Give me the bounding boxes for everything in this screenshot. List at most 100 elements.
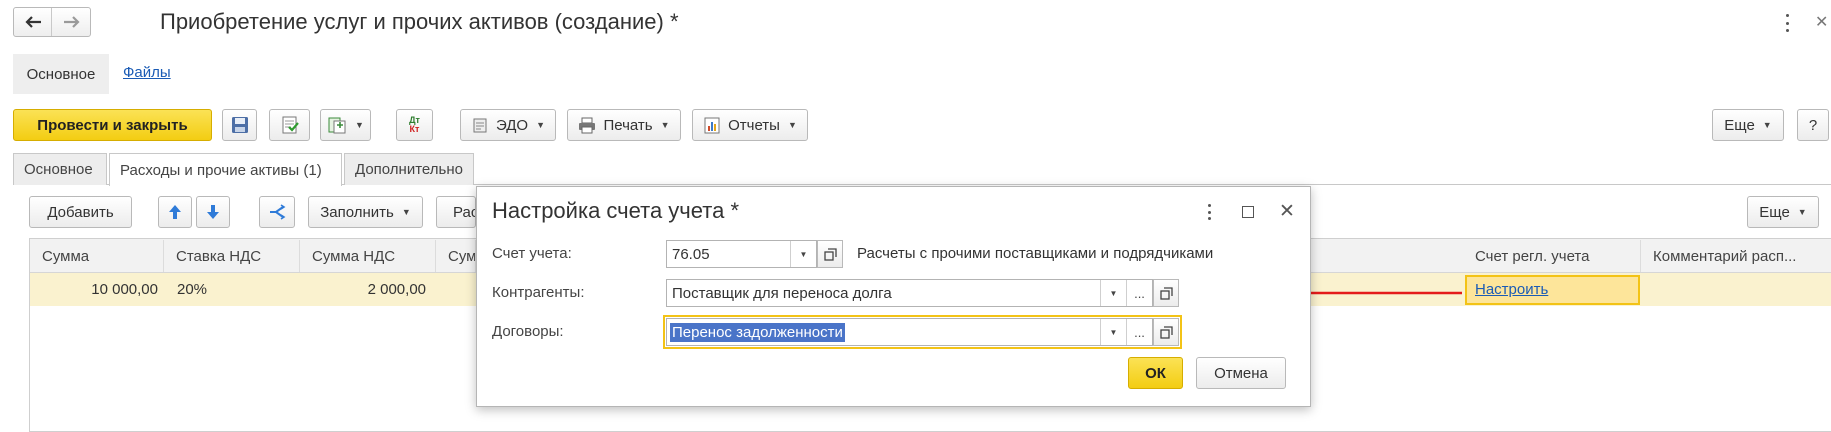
fill-button[interactable]: Заполнить ▼ [308, 196, 423, 228]
contract-field[interactable]: Перенос задолженности ▼ ... [666, 318, 1153, 346]
contractor-open-button[interactable] [1153, 279, 1179, 307]
column-header-sum[interactable]: Сумма [30, 240, 164, 272]
contractor-field-label: Контрагенты: [492, 284, 585, 301]
partial-hidden-button[interactable]: Рас [436, 196, 476, 228]
ellipsis-icon: ... [1134, 285, 1145, 301]
tab-expenses-label: Расходы и прочие активы (1) [120, 161, 322, 179]
chevron-down-icon: ▼ [1797, 207, 1807, 217]
ok-label: ОК [1145, 364, 1166, 382]
chevron-down-icon: ▼ [355, 120, 364, 130]
dialog-close-icon[interactable]: ✕ [1279, 200, 1295, 223]
window-menu-icon[interactable] [1782, 14, 1792, 32]
tab-expenses[interactable]: Расходы и прочие активы (1) [109, 153, 342, 186]
more-label: Еще [1724, 116, 1755, 134]
account-description: Расчеты с прочими поставщиками и подрядч… [857, 245, 1214, 262]
open-window-icon [1159, 325, 1173, 339]
forward-button[interactable] [53, 8, 91, 36]
contractor-select-button[interactable]: ... [1126, 280, 1152, 306]
help-label: ? [1808, 116, 1818, 134]
column-header-account[interactable]: Счет регл. учета [1463, 240, 1641, 272]
chevron-down-icon: ▼ [787, 120, 797, 130]
floppy-disk-icon [231, 117, 248, 133]
ok-button[interactable]: ОК [1128, 357, 1183, 389]
arrow-down-icon [207, 205, 219, 219]
reports-button[interactable]: Отчеты ▼ [692, 109, 808, 141]
cell-vat-sum[interactable]: 2 000,00 [300, 274, 426, 305]
tab-main-label: Основное [24, 161, 93, 178]
back-button[interactable] [14, 8, 52, 36]
nav-tab-main[interactable]: Основное [13, 54, 109, 94]
contract-value: Перенос задолженности [670, 322, 845, 342]
account-value: 76.05 [672, 245, 710, 263]
contract-dropdown-button[interactable]: ▼ [1100, 319, 1126, 345]
contract-select-button[interactable]: ... [1126, 319, 1152, 345]
tab-main[interactable]: Основное [13, 153, 107, 185]
open-window-icon [823, 247, 837, 261]
more-button[interactable]: Еще ▼ [1712, 109, 1784, 141]
split-row-button[interactable] [259, 196, 295, 228]
maximize-icon[interactable] [1242, 206, 1254, 218]
arrow-left-icon [24, 16, 41, 28]
create-based-on-button[interactable]: ▼ [320, 109, 371, 141]
partial-hidden-label: Рас [453, 203, 476, 221]
configure-account-link[interactable]: Настроить [1475, 281, 1548, 298]
help-button[interactable]: ? [1797, 109, 1829, 141]
table-more-label: Еще [1759, 203, 1790, 221]
fill-label: Заполнить [320, 203, 394, 221]
close-icon[interactable]: ✕ [1815, 12, 1828, 32]
print-button[interactable]: Печать ▼ [567, 109, 681, 141]
cancel-label: Отмена [1214, 364, 1268, 382]
account-field-label: Счет учета: [492, 245, 572, 262]
column-header-total[interactable]: Сум [436, 240, 476, 272]
move-down-button[interactable] [196, 196, 230, 228]
cell-sum[interactable]: 10 000,00 [30, 274, 158, 305]
arrow-up-icon [169, 205, 181, 219]
reports-label: Отчеты [728, 116, 780, 134]
dt-kt-button[interactable]: Дт Кт [396, 109, 433, 141]
add-row-button[interactable]: Добавить [29, 196, 132, 228]
column-header-comment[interactable]: Комментарий расп... [1641, 240, 1831, 272]
chevron-down-icon: ▼ [536, 120, 546, 130]
printer-icon [579, 117, 596, 134]
chevron-down-icon: ▼ [1109, 288, 1118, 298]
post-document-icon [282, 116, 299, 134]
post-and-close-label: Провести и закрыть [37, 116, 188, 134]
dialog-title: Настройка счета учета * [492, 198, 740, 223]
add-row-label: Добавить [47, 203, 114, 221]
edo-icon [473, 118, 487, 133]
chevron-down-icon: ▼ [660, 120, 670, 130]
dialog-menu-icon[interactable] [1206, 204, 1212, 220]
page-title: Приобретение услуг и прочих активов (соз… [160, 9, 679, 34]
cancel-button[interactable]: Отмена [1196, 357, 1286, 389]
nav-tab-files-label: Файлы [123, 64, 171, 81]
account-dropdown-button[interactable]: ▼ [790, 241, 816, 267]
column-header-vat-rate[interactable]: Ставка НДС [164, 240, 300, 272]
nav-buttons-group [13, 7, 91, 37]
table-more-button[interactable]: Еще ▼ [1747, 196, 1819, 228]
move-up-button[interactable] [158, 196, 192, 228]
arrow-right-icon [64, 16, 80, 28]
tab-additional[interactable]: Дополнительно [344, 153, 474, 185]
save-button[interactable] [222, 109, 257, 141]
column-header-vat-sum[interactable]: Сумма НДС [300, 240, 436, 272]
chevron-down-icon: ▼ [1762, 120, 1772, 130]
chevron-down-icon: ▼ [401, 207, 411, 217]
post-and-close-button[interactable]: Провести и закрыть [13, 109, 212, 141]
post-button[interactable] [269, 109, 310, 141]
edo-button[interactable]: ЭДО ▼ [460, 109, 556, 141]
nav-tab-main-label: Основное [26, 65, 96, 83]
account-open-button[interactable] [817, 240, 843, 268]
nav-tab-files[interactable]: Файлы [123, 64, 171, 81]
contract-open-button[interactable] [1153, 318, 1179, 346]
contractor-field[interactable]: Поставщик для переноса долга ▼ ... [666, 279, 1153, 307]
kt-label: Кт [409, 124, 420, 134]
contractor-value: Поставщик для переноса долга [672, 284, 892, 302]
chevron-down-icon: ▼ [1109, 327, 1118, 337]
ellipsis-icon: ... [1134, 324, 1145, 340]
tab-additional-label: Дополнительно [355, 161, 463, 178]
contractor-dropdown-button[interactable]: ▼ [1100, 280, 1126, 306]
open-window-icon [1159, 286, 1173, 300]
account-field[interactable]: 76.05 ▼ [666, 240, 817, 268]
cell-vat-rate[interactable]: 20% [177, 274, 297, 305]
reports-icon [704, 117, 720, 134]
